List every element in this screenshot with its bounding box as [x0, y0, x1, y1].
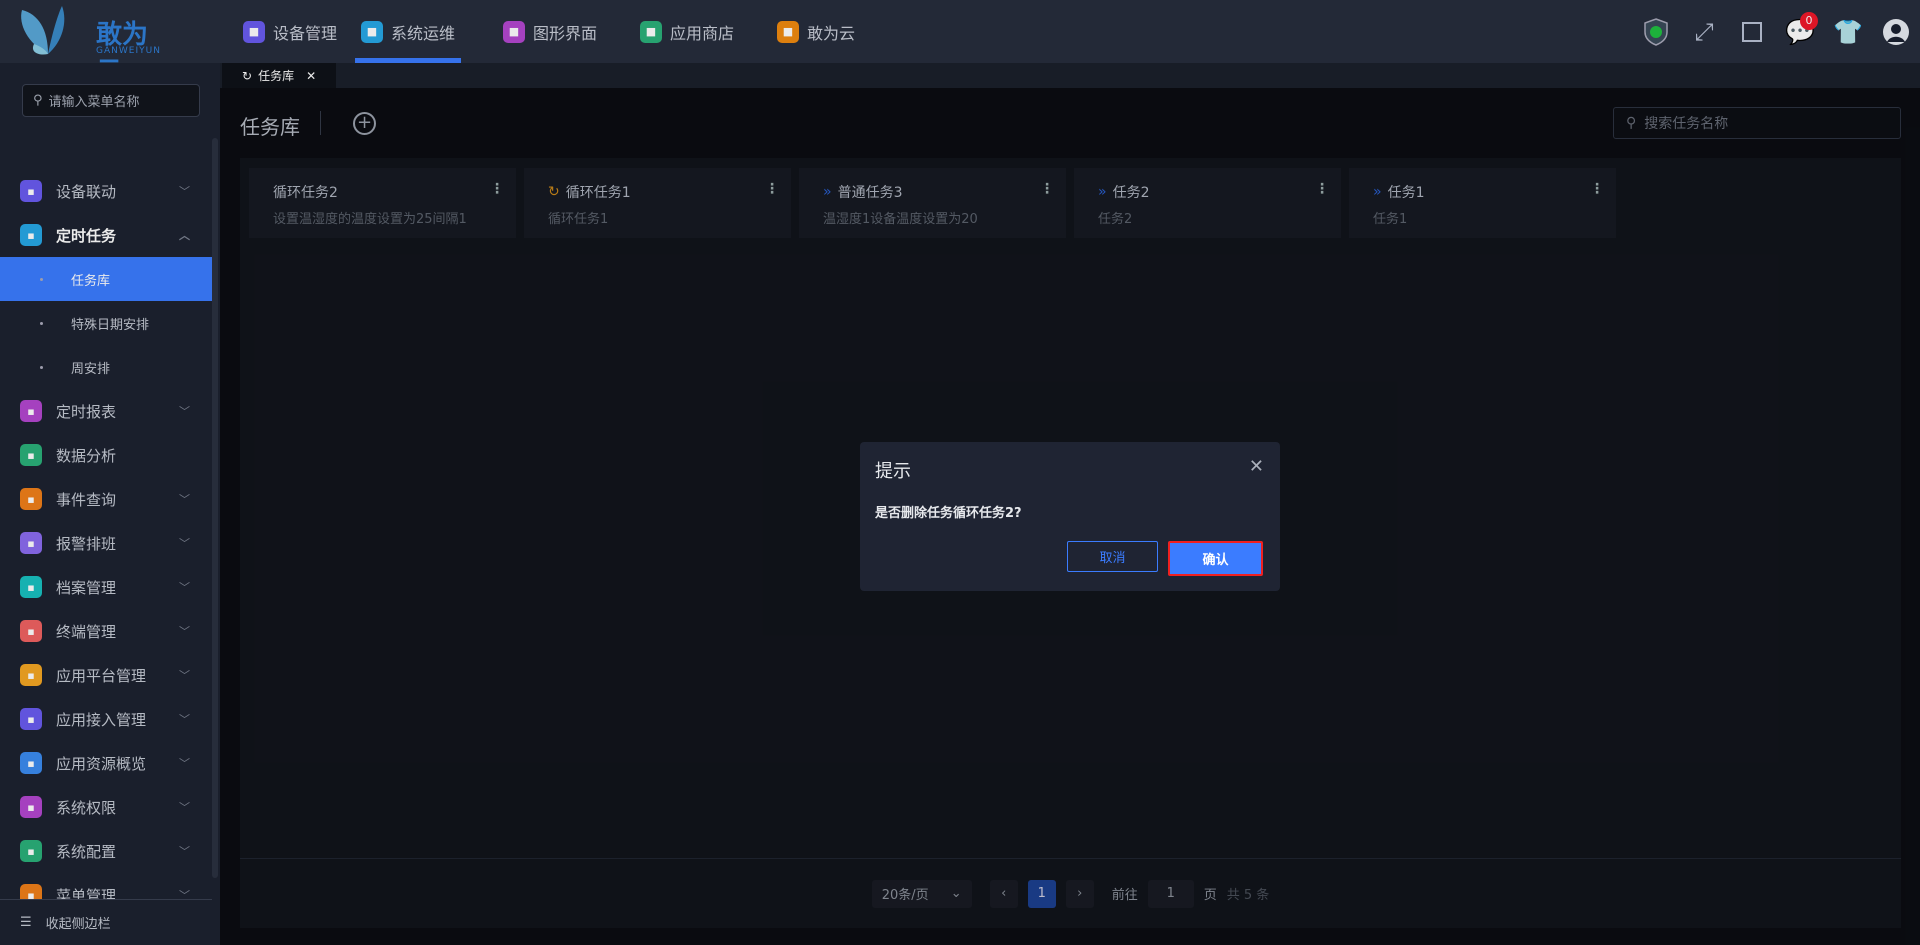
dialog-message: 是否删除任务循环任务2?: [875, 506, 1022, 521]
confirm-dialog: 提示 ✕ 是否删除任务循环任务2? 取消 确认: [860, 442, 1280, 591]
close-icon[interactable]: ✕: [1249, 456, 1264, 477]
dialog-title: 提示: [875, 461, 911, 482]
cancel-button[interactable]: 取消: [1067, 541, 1158, 572]
confirm-button[interactable]: 确认: [1168, 541, 1263, 576]
